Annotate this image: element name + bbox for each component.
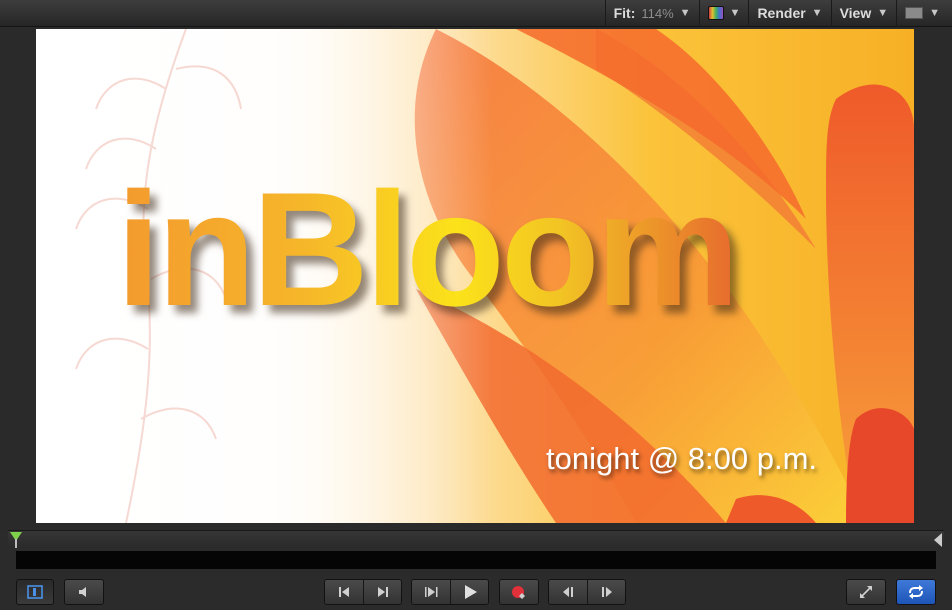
playback-button-group bbox=[411, 579, 489, 605]
render-menu[interactable]: Render ▼ bbox=[748, 0, 830, 27]
playhead-line bbox=[15, 539, 17, 548]
go-to-end-button[interactable] bbox=[363, 580, 401, 604]
layout-menu[interactable]: ▼ bbox=[896, 0, 952, 27]
dropdown-caret-icon: ▼ bbox=[729, 7, 741, 19]
layout-icon bbox=[905, 7, 924, 19]
dropdown-caret-icon: ▼ bbox=[877, 7, 889, 19]
canvas-area: inBloom tonight @ 8:00 p.m. bbox=[0, 27, 952, 530]
next-frame-icon bbox=[601, 587, 612, 597]
color-channel-icon bbox=[707, 6, 724, 20]
dropdown-caret-icon: ▼ bbox=[811, 7, 823, 19]
subtitle-text[interactable]: tonight @ 8:00 p.m. bbox=[546, 441, 817, 477]
go-to-start-icon bbox=[339, 587, 349, 597]
previous-frame-icon bbox=[563, 587, 573, 597]
fit-value: 114% bbox=[641, 5, 674, 21]
fit-label: Fit: bbox=[613, 5, 636, 21]
view-label: View bbox=[839, 5, 872, 21]
play-button[interactable] bbox=[450, 580, 488, 604]
out-point-marker-icon[interactable] bbox=[934, 533, 942, 547]
audio-button[interactable] bbox=[64, 579, 104, 605]
transport-bar bbox=[0, 574, 952, 610]
loop-button[interactable] bbox=[896, 579, 936, 605]
fullscreen-button[interactable] bbox=[846, 579, 886, 605]
go-to-start-button[interactable] bbox=[325, 580, 363, 604]
frame-step-button-group bbox=[548, 579, 626, 605]
speaker-icon bbox=[79, 587, 86, 597]
mini-timeline[interactable] bbox=[8, 530, 944, 548]
navigation-button-group bbox=[324, 579, 402, 605]
canvas[interactable]: inBloom tonight @ 8:00 p.m. bbox=[36, 29, 914, 523]
dropdown-caret-icon: ▼ bbox=[679, 7, 691, 19]
fit-zoom-menu[interactable]: Fit: 114% ▼ bbox=[604, 0, 699, 27]
render-label: Render bbox=[757, 5, 806, 21]
viewer-toolbar: Fit: 114% ▼ ▼ Render ▼ View ▼ ▼ bbox=[0, 0, 952, 27]
canvas-panel-button[interactable] bbox=[16, 579, 54, 605]
dropdown-caret-icon: ▼ bbox=[929, 7, 940, 19]
fullscreen-icon bbox=[860, 586, 872, 598]
canvas-panel-icon bbox=[27, 585, 43, 599]
loop-icon bbox=[909, 585, 923, 599]
color-channel-menu[interactable]: ▼ bbox=[698, 0, 749, 27]
timeline-track[interactable] bbox=[16, 551, 936, 569]
play-from-start-icon bbox=[425, 587, 438, 597]
record-button[interactable] bbox=[500, 580, 538, 604]
play-from-start-button[interactable] bbox=[412, 580, 450, 604]
view-menu[interactable]: View ▼ bbox=[830, 0, 897, 27]
next-frame-button[interactable] bbox=[587, 580, 625, 604]
play-icon bbox=[464, 585, 477, 599]
previous-frame-button[interactable] bbox=[549, 580, 587, 604]
go-to-end-icon bbox=[377, 587, 388, 597]
title-text[interactable]: inBloom bbox=[116, 169, 740, 331]
record-button-group bbox=[499, 579, 539, 605]
record-icon bbox=[512, 586, 525, 599]
